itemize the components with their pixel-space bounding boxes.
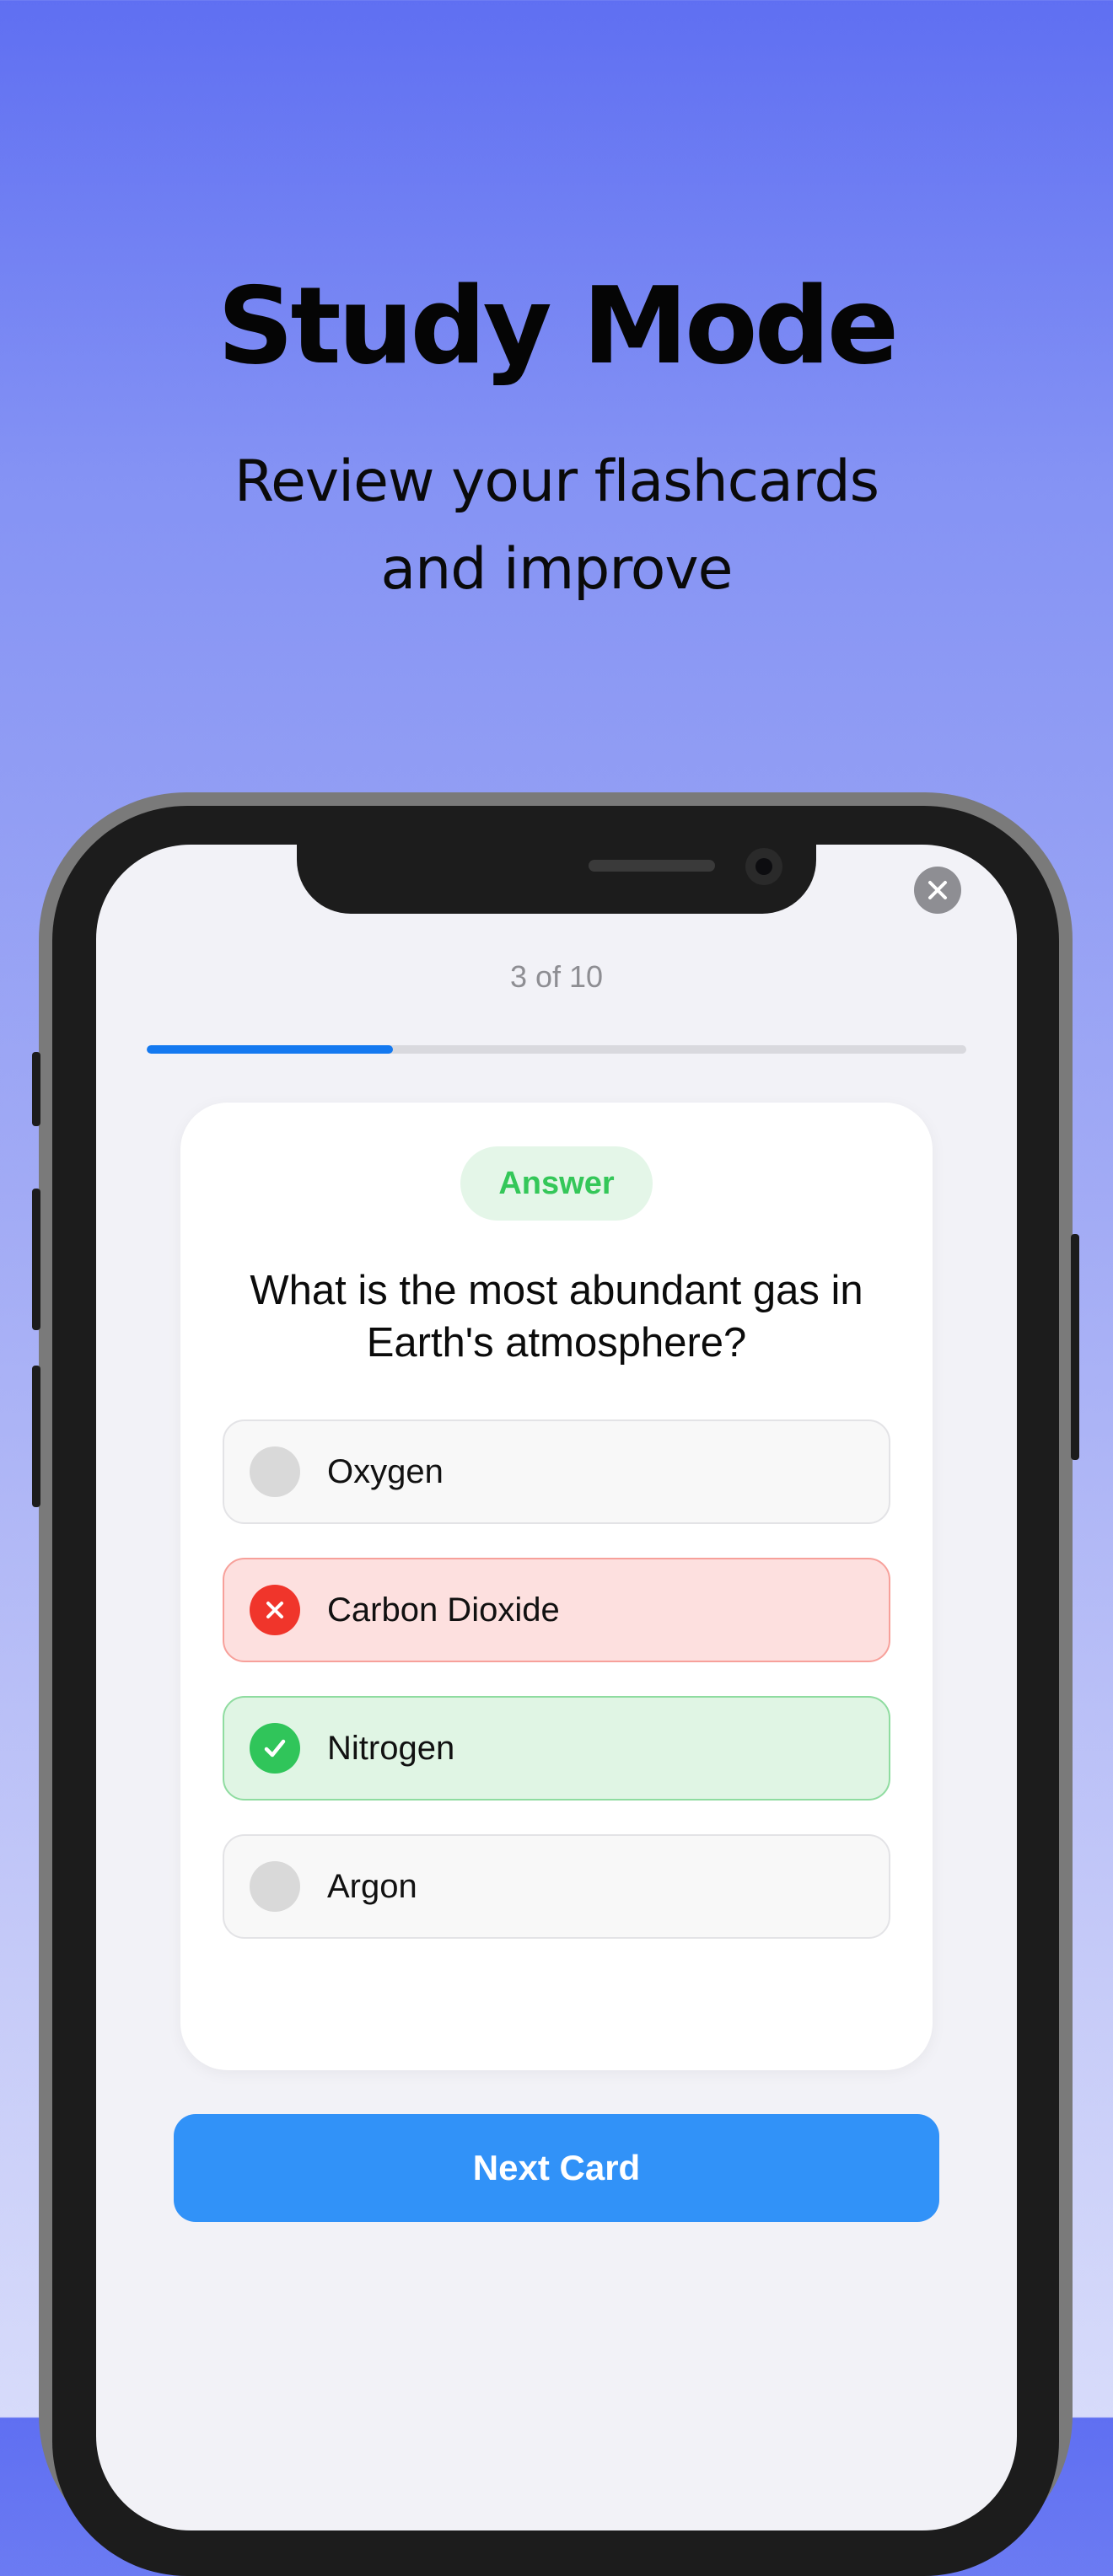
progress-counter: 3 of 10: [509, 959, 604, 994]
promo-title: Study Mode: [217, 264, 899, 388]
phone-power-button: [1071, 1234, 1079, 1460]
option-radio-icon: [250, 1446, 300, 1497]
option-label: Oxygen: [327, 1452, 444, 1490]
x-mark-icon: [250, 1585, 300, 1635]
flashcard: Answer What is the most abundant gas in …: [180, 1103, 933, 2070]
answer-badge: Answer: [460, 1146, 653, 1221]
option-nitrogen[interactable]: Nitrogen: [223, 1696, 890, 1801]
speaker-grille: [589, 860, 715, 872]
front-camera: [745, 848, 782, 885]
option-argon[interactable]: Argon: [223, 1834, 890, 1939]
phone-screen: 3 of 10 Answer What is the most abundant…: [96, 845, 1017, 2530]
close-icon: [927, 879, 949, 901]
option-label: Argon: [327, 1867, 417, 1905]
option-carbon-dioxide[interactable]: Carbon Dioxide: [223, 1558, 890, 1662]
phone-mute-switch: [32, 1052, 40, 1126]
progress-bar: [147, 1045, 966, 1054]
question-text: What is the most abundant gas in Earth's…: [250, 1268, 863, 1366]
option-oxygen[interactable]: Oxygen: [223, 1419, 890, 1524]
close-button[interactable]: [914, 867, 961, 914]
option-radio-icon: [250, 1861, 300, 1912]
option-label: Carbon Dioxide: [327, 1591, 560, 1629]
checkmark-icon: [250, 1723, 300, 1774]
progress-bar-fill: [147, 1045, 393, 1054]
phone-volume-down-button: [32, 1366, 40, 1507]
notch: [297, 845, 816, 914]
promo-subtitle: Review your flashcards and improve: [234, 448, 879, 603]
next-card-button[interactable]: Next Card: [174, 2114, 939, 2222]
option-label: Nitrogen: [327, 1729, 455, 1767]
phone-volume-up-button: [32, 1189, 40, 1330]
